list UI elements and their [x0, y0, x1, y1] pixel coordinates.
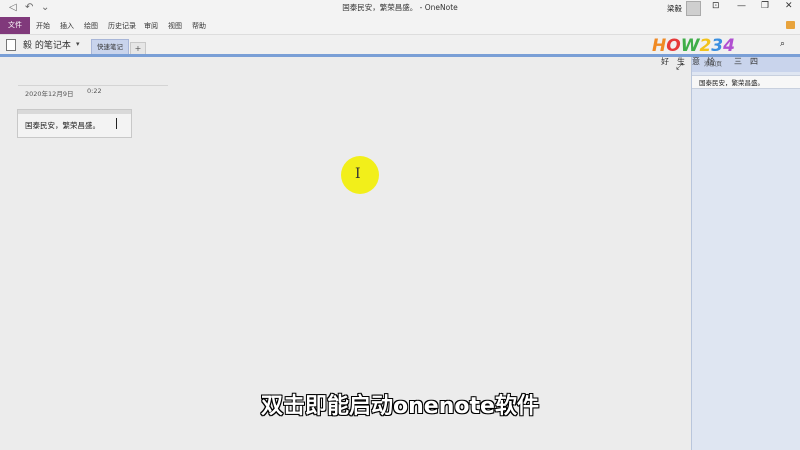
svg-text:HOW234: HOW234: [652, 36, 735, 56]
title-bar: ◁ ↶ ⌄ 国泰民安，繁荣昌盛。 - OneNote 梁毅 ⊡ — ❐ ✕: [0, 0, 800, 17]
page-title-underline: [18, 85, 168, 86]
tab-history[interactable]: 历史记录: [108, 21, 136, 31]
ibeam-cursor-icon: I: [355, 166, 361, 182]
page-date: 2020年12月9日: [25, 90, 74, 98]
text-caret: [116, 118, 117, 129]
tab-file[interactable]: 文件: [0, 17, 30, 34]
tab-insert[interactable]: 插入: [60, 21, 74, 31]
note-text[interactable]: 国泰民安，繁荣昌盛。: [25, 120, 100, 131]
overlay-char: 四: [750, 57, 758, 66]
video-subtitle: 双击即能启动onenote软件: [260, 393, 539, 420]
page-list-item[interactable]: 国泰民安，繁荣昌盛。: [692, 75, 800, 89]
tab-view[interactable]: 视图: [168, 21, 182, 31]
overlay-char: 恰: [707, 57, 715, 66]
notebook-name[interactable]: 毅 的笔记本: [23, 38, 71, 51]
ribbon-tabs: 文件 开始 插入 绘图 历史记录 审阅 视图 帮助: [0, 17, 800, 35]
expand-icon[interactable]: ⤢: [676, 62, 683, 72]
overlay-char: 好: [661, 57, 669, 66]
note-drag-handle[interactable]: [18, 110, 131, 114]
overlay-char: 三: [734, 57, 742, 66]
notebook-icon[interactable]: [6, 39, 16, 51]
page-time: 0:22: [87, 87, 102, 95]
tab-section-quick-notes[interactable]: 快速笔记: [91, 39, 129, 55]
minimize-button[interactable]: —: [737, 1, 746, 11]
tab-help[interactable]: 帮助: [192, 21, 206, 31]
user-name[interactable]: 梁毅: [667, 3, 682, 14]
tab-draw[interactable]: 绘图: [84, 21, 98, 31]
overlay-char: 意: [692, 57, 700, 66]
ribbon-display-icon[interactable]: ⊡: [712, 1, 720, 11]
restore-button[interactable]: ❐: [761, 1, 769, 11]
notebook-pin-icon[interactable]: [786, 21, 795, 29]
note-container[interactable]: 国泰民安，繁荣昌盛。: [17, 109, 132, 138]
tab-home[interactable]: 开始: [36, 21, 50, 31]
avatar[interactable]: [686, 1, 701, 16]
close-button[interactable]: ✕: [785, 1, 793, 11]
chevron-down-icon[interactable]: ▾: [76, 40, 80, 48]
tab-review[interactable]: 审阅: [144, 21, 158, 31]
search-icon[interactable]: ⌕: [780, 39, 785, 49]
